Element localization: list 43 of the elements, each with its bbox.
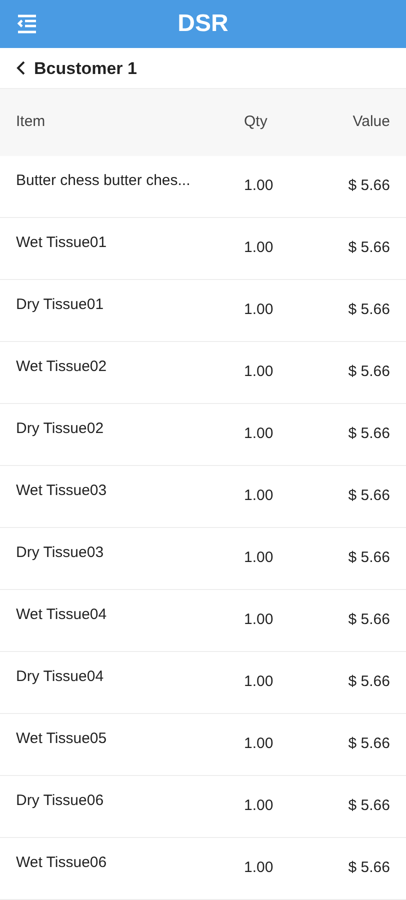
- table-cell-text: Wet Tissue02: [16, 357, 108, 378]
- table-cell-text: 1.00: [243, 424, 274, 444]
- table-cell-text: $ 5.66: [347, 610, 390, 630]
- table-cell-text: Dry Tissue02: [16, 419, 105, 440]
- table-cell-text: Wet Tissue04: [16, 605, 108, 626]
- table-cell-text: $ 5.66: [347, 672, 390, 692]
- table-cell-text: $ 5.66: [347, 858, 390, 878]
- table-cell-text: 1.00: [243, 362, 274, 382]
- table-cell-text: $ 5.66: [347, 176, 390, 196]
- table-cell-text: 1.00: [243, 610, 274, 630]
- table-cell-text: $ 5.66: [347, 300, 390, 320]
- table-cell-text: Dry Tissue03: [16, 543, 105, 564]
- table-cell-text: 1.00: [243, 176, 274, 196]
- back-button[interactable]: Bcustomer 1: [0, 48, 406, 88]
- table-cell-text: Wet Tissue05: [16, 729, 108, 750]
- table-cell-text: 1.00: [243, 734, 274, 754]
- table-cell-text: $ 5.66: [347, 796, 390, 816]
- column-header: Item: [16, 112, 46, 132]
- table-cell-text: $ 5.66: [347, 548, 390, 568]
- table-cell-text: Dry Tissue06: [16, 791, 105, 812]
- table-cell-text: 1.00: [243, 672, 274, 692]
- table-cell-text: 1.00: [243, 238, 274, 258]
- app-title: DSR: [178, 9, 228, 40]
- table-cell-text: $ 5.66: [347, 424, 390, 444]
- table-cell-text: Dry Tissue01: [16, 295, 105, 316]
- table-cell-text: Wet Tissue03: [16, 481, 108, 502]
- table-cell-text: 1.00: [243, 796, 274, 816]
- table-cell-text: $ 5.66: [347, 238, 390, 258]
- table-cell-text: 1.00: [243, 548, 274, 568]
- column-header: Value: [352, 112, 390, 132]
- table-cell-text: Dry Tissue04: [16, 667, 105, 688]
- table-cell-text: $ 5.66: [347, 734, 390, 754]
- table-cell-text: $ 5.66: [347, 362, 390, 382]
- back-chevron-icon: [16, 60, 26, 76]
- menu-icon[interactable]: [16, 14, 38, 34]
- table-cell-text: 1.00: [243, 486, 274, 506]
- table-cell-text: Wet Tissue06: [16, 853, 108, 874]
- table-cell-text: Wet Tissue01: [16, 233, 108, 254]
- table-cell-text: Butter chess butter ches...: [16, 171, 192, 192]
- table-cell-text: 1.00: [243, 300, 274, 320]
- table-cell-text: $ 5.66: [347, 486, 390, 506]
- table-cell-text: 1.00: [243, 858, 274, 878]
- column-header: Qty: [243, 112, 268, 132]
